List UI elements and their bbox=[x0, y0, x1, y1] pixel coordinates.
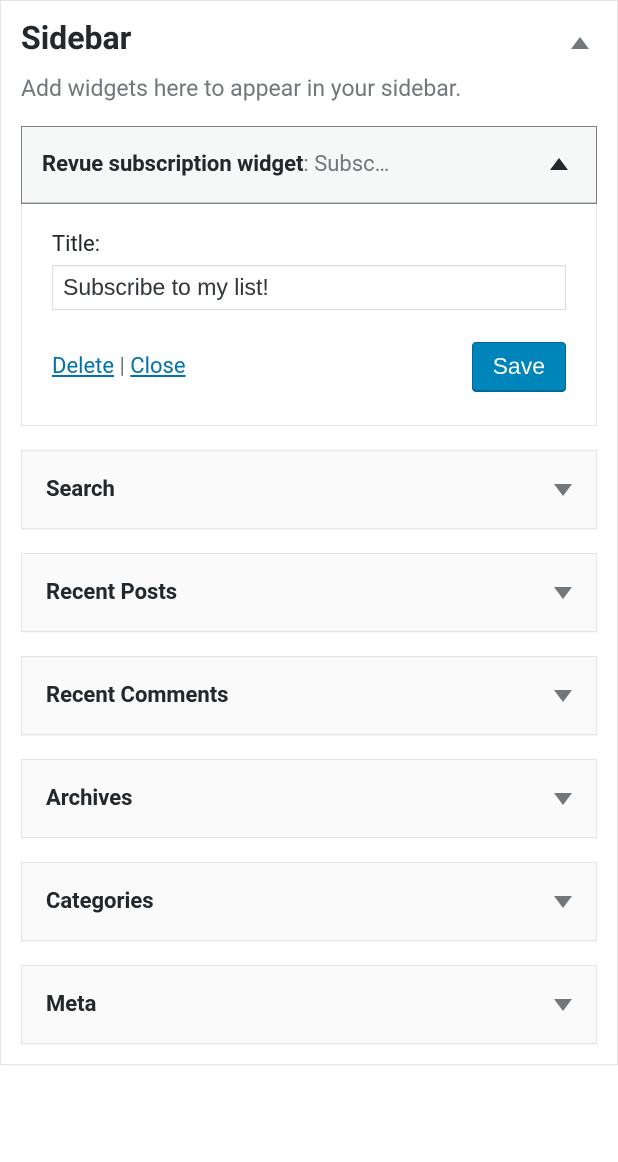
control-links: Delete | Close bbox=[52, 354, 186, 379]
widget-archives[interactable]: Archives bbox=[21, 759, 597, 838]
chevron-up-icon bbox=[550, 158, 568, 170]
widget-title: Archives bbox=[46, 786, 132, 811]
link-separator: | bbox=[114, 354, 130, 379]
chevron-down-icon bbox=[554, 484, 572, 496]
delete-link[interactable]: Delete bbox=[52, 354, 114, 379]
chevron-down-icon bbox=[554, 690, 572, 702]
widget-header[interactable]: Revue subscription widget: Subsc… bbox=[22, 127, 596, 203]
widget-search[interactable]: Search bbox=[21, 450, 597, 529]
chevron-down-icon bbox=[554, 896, 572, 908]
title-field-label: Title: bbox=[52, 232, 566, 257]
widget-controls: Delete | Close Save bbox=[52, 342, 566, 391]
chevron-down-icon bbox=[554, 793, 572, 805]
widget-title: Meta bbox=[46, 992, 96, 1017]
panel-title: Sidebar bbox=[21, 19, 131, 57]
chevron-down-icon bbox=[554, 587, 572, 599]
save-button[interactable]: Save bbox=[472, 342, 566, 391]
panel-toggle[interactable] bbox=[563, 26, 597, 61]
widget-title: Search bbox=[46, 477, 115, 502]
widget-revue-subscription: Revue subscription widget: Subsc… bbox=[21, 126, 597, 204]
widget-name: Revue subscription widget bbox=[42, 152, 303, 177]
chevron-down-icon bbox=[554, 999, 572, 1011]
widget-recent-posts[interactable]: Recent Posts bbox=[21, 553, 597, 632]
widget-inline-desc: : Subsc… bbox=[303, 152, 389, 177]
title-input[interactable] bbox=[52, 265, 566, 310]
sidebar-widget-area: Sidebar Add widgets here to appear in yo… bbox=[0, 0, 618, 1065]
widget-toggle[interactable] bbox=[542, 147, 576, 182]
widget-recent-comments[interactable]: Recent Comments bbox=[21, 656, 597, 735]
widget-meta[interactable]: Meta bbox=[21, 965, 597, 1044]
widget-body-wrap: Title: Delete | Close Save bbox=[21, 204, 597, 426]
panel-header: Sidebar bbox=[21, 1, 597, 65]
widget-title-row: Revue subscription widget: Subsc… bbox=[42, 152, 542, 177]
panel-description: Add widgets here to appear in your sideb… bbox=[21, 73, 597, 104]
widget-title: Categories bbox=[46, 889, 154, 914]
widget-title: Recent Posts bbox=[46, 580, 177, 605]
chevron-up-icon bbox=[571, 37, 589, 49]
widget-categories[interactable]: Categories bbox=[21, 862, 597, 941]
widget-body: Title: Delete | Close Save bbox=[22, 204, 596, 417]
close-link[interactable]: Close bbox=[130, 354, 185, 379]
widget-title: Recent Comments bbox=[46, 683, 228, 708]
